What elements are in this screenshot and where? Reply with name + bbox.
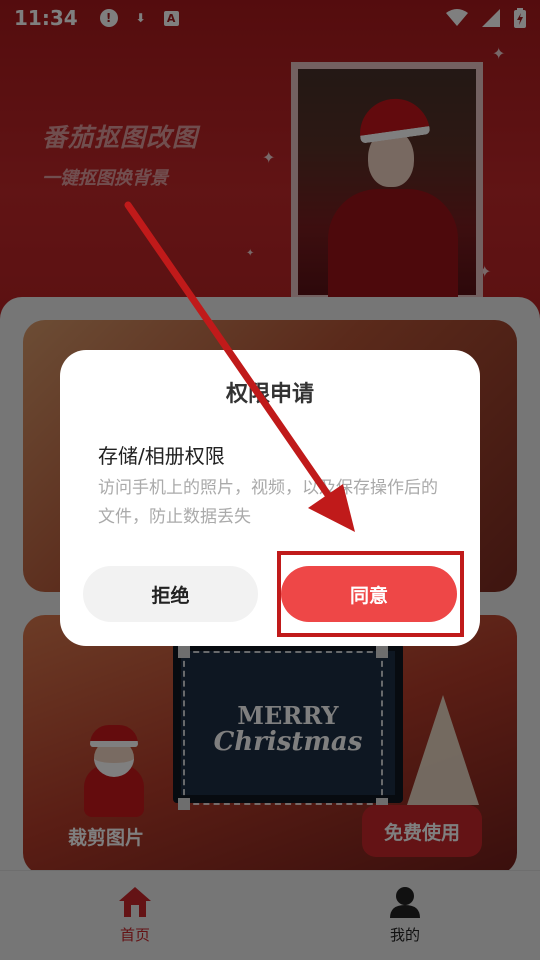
dialog-title: 权限申请 — [225, 382, 314, 407]
permission-description: 访问手机上的照片，视频，以及保存操作后的文件，防止数据丢失 — [98, 478, 438, 527]
permission-name: 存储/相册权限 — [98, 444, 225, 468]
annotation-highlight-box — [277, 551, 464, 637]
deny-button[interactable]: 拒绝 — [83, 566, 258, 622]
